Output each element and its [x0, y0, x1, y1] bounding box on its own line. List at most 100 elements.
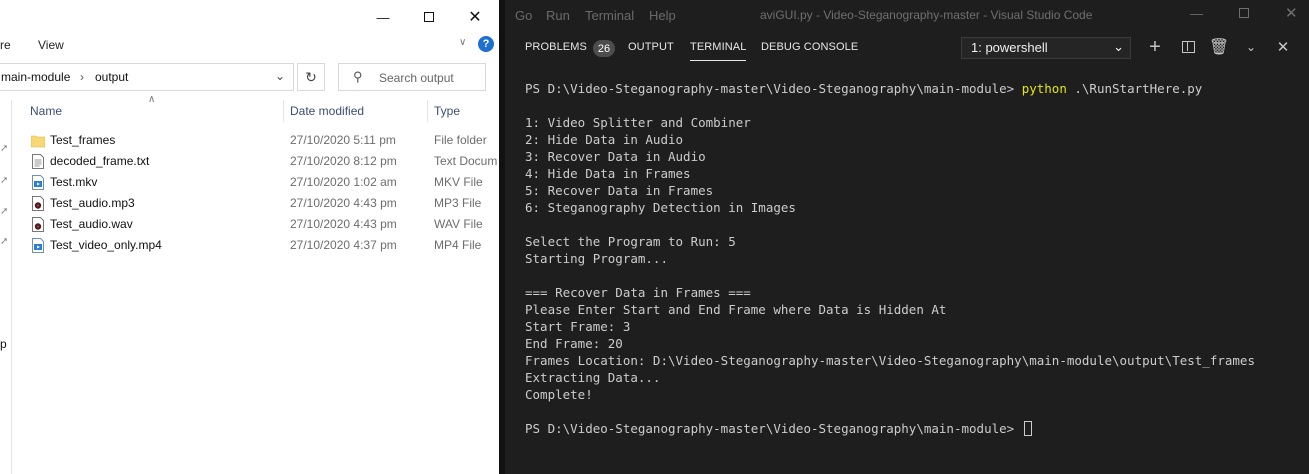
terminal-output[interactable]: PS D:\Video-Steganography-master\Video-S…	[525, 80, 1305, 437]
ribbon-tab-share[interactable]: re	[0, 38, 11, 52]
close-panel-icon[interactable]: ✕	[1272, 36, 1294, 58]
minimize-button[interactable]: —	[360, 0, 406, 34]
audio-file-icon	[31, 217, 45, 232]
terminal-line: Starting Program...	[525, 251, 668, 266]
prompt-text: PS D:\Video-Steganography-master\Video-S…	[525, 421, 1022, 436]
breadcrumb-separator-icon: ›	[80, 70, 84, 84]
file-type: Text Docum	[434, 154, 498, 168]
new-terminal-icon[interactable]: +	[1144, 36, 1166, 58]
terminal-line: === Recover Data in Frames ===	[525, 285, 751, 300]
prompt-text: PS D:\Video-Steganography-master\Video-S…	[525, 81, 1022, 96]
column-divider[interactable]	[427, 100, 428, 122]
pin-icon: ➚	[0, 206, 9, 217]
terminal-line: 4: Hide Data in Frames	[525, 166, 691, 181]
pin-icon: ➚	[0, 175, 9, 186]
file-type: MP4 File	[434, 238, 482, 252]
tab-debug-console[interactable]: DEBUG CONSOLE	[761, 41, 858, 53]
nav-item-partial[interactable]: p	[0, 337, 7, 351]
terminal-line: Select the Program to Run: 5	[525, 234, 736, 249]
file-type: MKV File	[434, 175, 483, 189]
menu-go[interactable]: Go	[515, 8, 532, 23]
terminal-line: 3: Recover Data in Audio	[525, 149, 706, 164]
terminal-prompt-line: PS D:\Video-Steganography-master\Video-S…	[525, 420, 1305, 437]
menu-run[interactable]: Run	[546, 8, 570, 23]
ribbon-tabs: re View ∨ ?	[0, 34, 499, 56]
ribbon-tab-view[interactable]: View	[38, 38, 64, 52]
command-text: python	[1021, 81, 1067, 96]
file-row[interactable]: decoded_frame.txt 27/10/2020 8:12 pm Text …	[28, 151, 499, 172]
column-header-date[interactable]: Date modified	[290, 104, 364, 118]
file-date-modified: 27/10/2020 1:02 am	[290, 175, 397, 189]
file-row[interactable]: Test_audio.mp3 27/10/2020 4:43 pm MP3 File	[28, 193, 499, 214]
terminal-line: Extracting Data...	[525, 370, 661, 385]
chevron-down-icon[interactable]: ⌄	[1240, 36, 1262, 58]
file-name: Test_video_only.mp4	[50, 238, 162, 252]
tab-terminal[interactable]: TERMINAL	[690, 41, 747, 61]
file-row[interactable]: Test_audio.wav 27/10/2020 4:43 pm WAV File	[28, 214, 499, 235]
terminal-line: 5: Recover Data in Frames	[525, 183, 714, 198]
video-file-icon	[31, 175, 45, 190]
search-box[interactable]: ⚲ Search output	[338, 63, 486, 91]
trash-icon[interactable]: 🗑	[1208, 36, 1230, 58]
problems-count-badge: 26	[593, 40, 615, 57]
terminal-command-line: PS D:\Video-Steganography-master\Video-S…	[525, 80, 1305, 97]
file-type: File folder	[434, 133, 487, 147]
terminal-cursor	[1023, 421, 1032, 436]
breadcrumb-output[interactable]: output	[95, 70, 128, 84]
maximize-icon	[424, 12, 434, 22]
help-icon[interactable]: ?	[478, 36, 494, 52]
search-placeholder: Search output	[379, 71, 454, 85]
column-header-type[interactable]: Type	[434, 104, 460, 118]
file-date-modified: 27/10/2020 4:37 pm	[290, 238, 397, 252]
terminal-lines: 1: Video Splitter and Combiner 2: Hide Da…	[525, 97, 1305, 420]
terminal-line: Start Frame: 3	[525, 319, 631, 334]
sort-ascending-icon: ∧	[148, 94, 156, 105]
terminal-line: 2: Hide Data in Audio	[525, 132, 684, 147]
file-row[interactable]: Test_frames 27/10/2020 5:11 pm File folder	[28, 130, 499, 151]
maximize-button[interactable]	[1239, 6, 1249, 21]
refresh-button[interactable]: ↻	[297, 63, 325, 91]
terminal-line: Please Enter Start and End Frame where D…	[525, 302, 947, 317]
pin-icon: ➚	[0, 236, 9, 247]
menu-terminal[interactable]: Terminal	[585, 8, 634, 23]
file-date-modified: 27/10/2020 8:12 pm	[290, 154, 397, 168]
address-bar[interactable]: main-module › output ⌄	[0, 63, 294, 91]
tab-output[interactable]: OUTPUT	[628, 41, 674, 53]
column-divider[interactable]	[283, 100, 284, 122]
expand-ribbon-icon[interactable]: ∨	[459, 37, 466, 48]
title-bar: Go Run Terminal Help aviGUI.py - Video-S…	[505, 0, 1309, 30]
menu-help[interactable]: Help	[649, 8, 676, 23]
folder-icon	[30, 133, 46, 148]
file-explorer-window: — ✕ re View ∨ ? main-module › output ⌄ ↻…	[0, 0, 499, 474]
close-button[interactable]: ✕	[1285, 4, 1298, 22]
file-name: Test.mkv	[50, 175, 98, 189]
column-header-name[interactable]: Name	[30, 104, 62, 118]
refresh-icon: ↻	[305, 68, 317, 85]
maximize-button[interactable]	[406, 0, 452, 34]
breadcrumb-main-module[interactable]: main-module	[1, 70, 70, 84]
video-file-icon	[31, 238, 45, 253]
file-row[interactable]: Test_video_only.mp4 27/10/2020 4:37 pm MP4…	[28, 235, 499, 256]
tab-problems[interactable]: PROBLEMS	[525, 41, 587, 53]
file-row[interactable]: Test.mkv 27/10/2020 1:02 am MKV File	[28, 172, 499, 193]
file-name: Test_frames	[50, 133, 116, 147]
text-file-icon	[31, 154, 45, 169]
audio-file-icon	[31, 196, 45, 211]
maximize-icon	[1239, 8, 1249, 18]
terminal-select-dropdown[interactable]: 1: powershell ⌄	[961, 37, 1131, 59]
close-button[interactable]: ✕	[452, 0, 498, 34]
navigation-pane-divider[interactable]	[11, 100, 12, 474]
file-name: decoded_frame.txt	[50, 154, 150, 168]
terminal-line: End Frame: 20	[525, 336, 623, 351]
minimize-button[interactable]: —	[1190, 6, 1203, 21]
split-terminal-icon[interactable]	[1177, 36, 1199, 58]
search-icon: ⚲	[353, 69, 363, 84]
pin-icon: ➚	[0, 143, 9, 154]
address-dropdown-icon[interactable]: ⌄	[275, 69, 285, 83]
file-date-modified: 27/10/2020 4:43 pm	[290, 217, 397, 231]
window-title: aviGUI.py - Video-Steganography-master -…	[760, 8, 1093, 22]
